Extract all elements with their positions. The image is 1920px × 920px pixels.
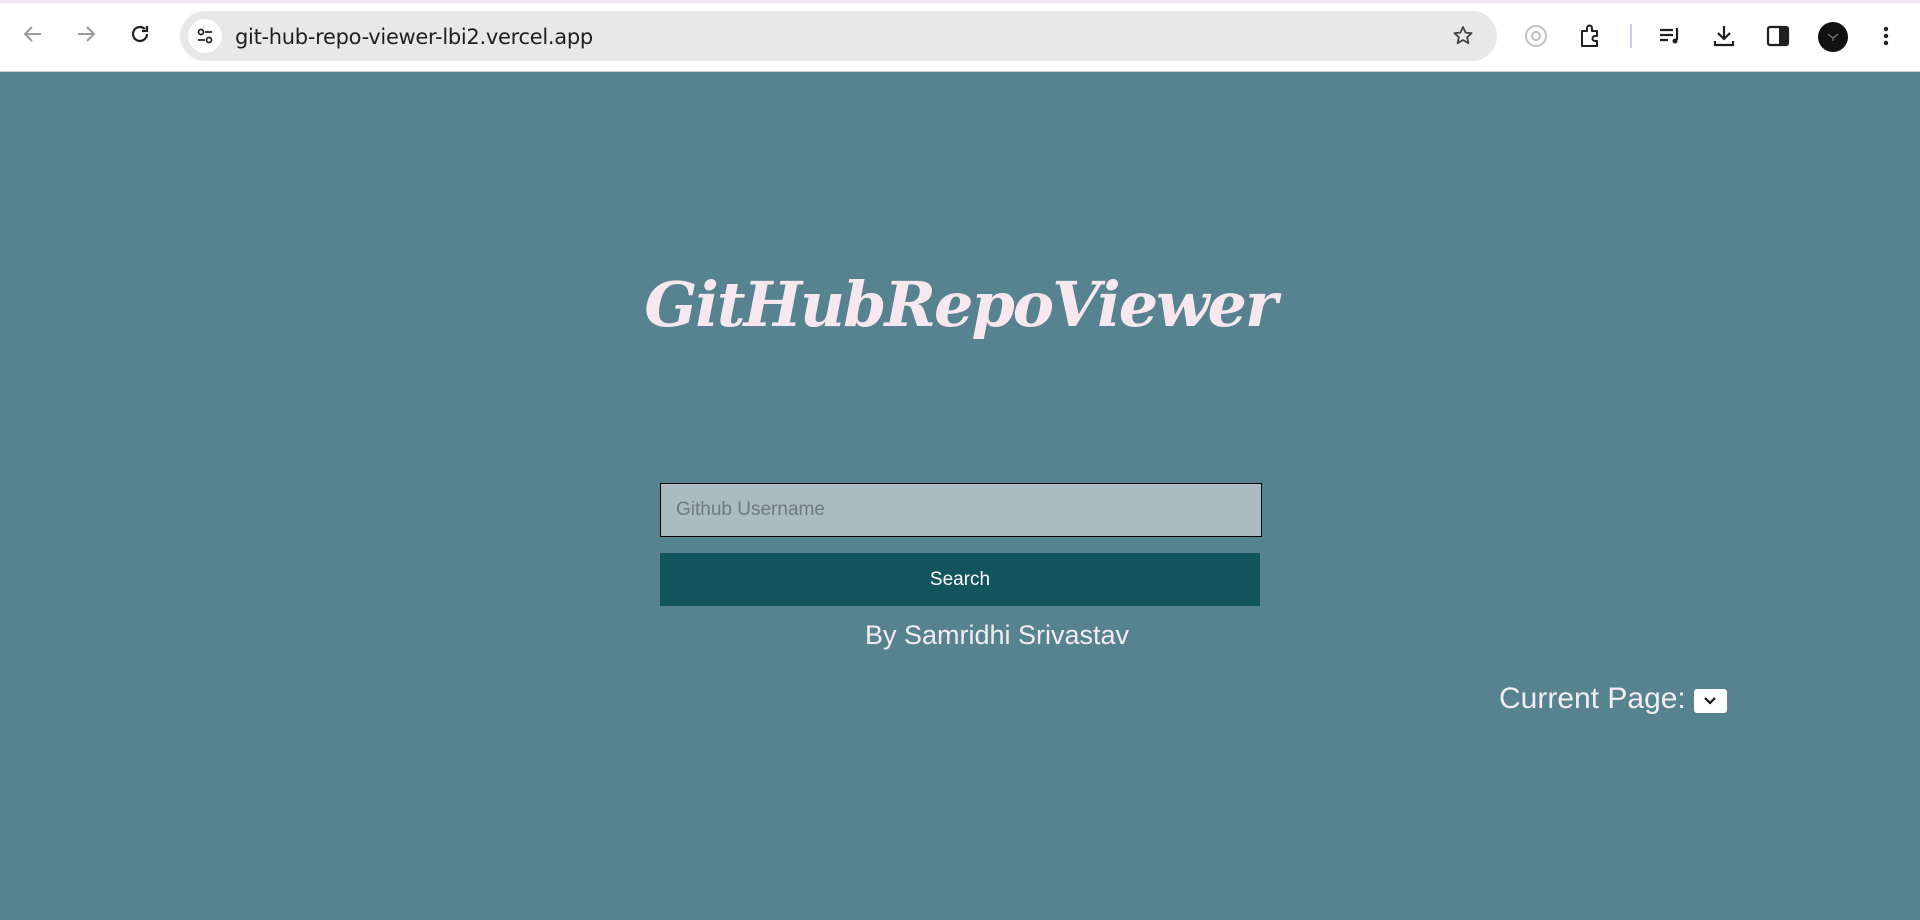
chevron-down-icon	[1704, 697, 1717, 705]
more-menu-icon[interactable]	[1868, 18, 1904, 54]
tab-strip-accent	[0, 0, 1920, 3]
toolbar-divider	[1630, 24, 1632, 48]
browser-toolbar: git-hub-repo-viewer-lbi2.vercel.app	[0, 0, 1920, 72]
reload-icon[interactable]	[122, 16, 158, 52]
address-bar[interactable]: git-hub-repo-viewer-lbi2.vercel.app	[180, 11, 1497, 61]
author-byline: By Samridhi Srivastav	[864, 620, 1130, 650]
download-icon[interactable]	[1706, 18, 1742, 54]
media-queue-icon[interactable]	[1652, 18, 1688, 54]
extensions-icon[interactable]	[1572, 18, 1608, 54]
lens-icon[interactable]	[1518, 18, 1554, 54]
page-title: GitHubRepoViewer	[644, 268, 1277, 341]
forward-arrow-icon[interactable]	[68, 16, 104, 52]
github-username-input[interactable]	[660, 483, 1262, 537]
site-info-icon[interactable]	[188, 19, 222, 53]
current-page-select[interactable]	[1693, 689, 1727, 713]
side-panel-icon[interactable]	[1760, 18, 1796, 54]
current-page-control: Current Page:	[1499, 682, 1727, 716]
current-page-label: Current Page:	[1499, 682, 1686, 715]
search-button[interactable]: Search	[660, 553, 1260, 606]
url-text[interactable]: git-hub-repo-viewer-lbi2.vercel.app	[235, 25, 593, 49]
back-arrow-icon[interactable]	[15, 16, 51, 52]
profile-avatar[interactable]	[1818, 22, 1848, 52]
bookmark-star-icon[interactable]	[1449, 22, 1477, 50]
